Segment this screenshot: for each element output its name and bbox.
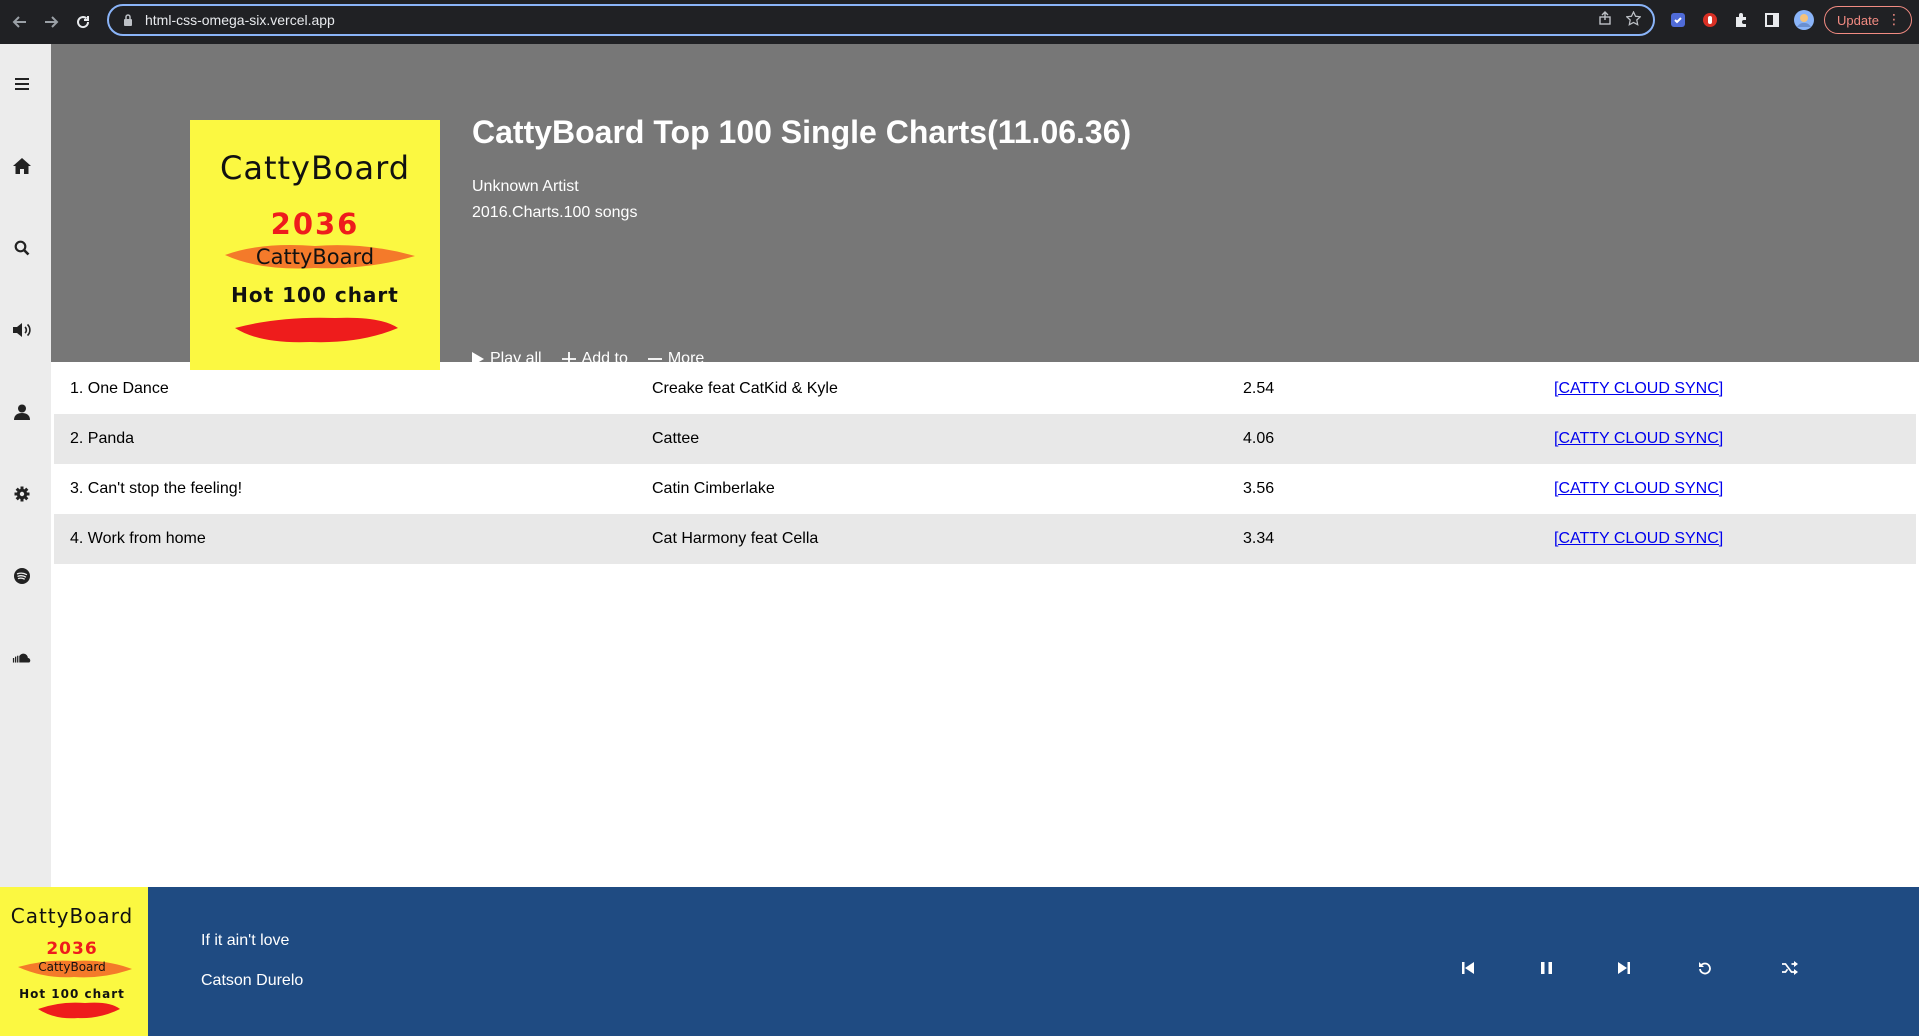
player-cover-red-brush <box>38 1002 120 1019</box>
search-icon[interactable] <box>12 238 32 258</box>
update-button-label: Update <box>1837 12 1879 28</box>
side-panel-icon[interactable] <box>1762 10 1782 30</box>
shuffle-icon[interactable] <box>1781 959 1799 977</box>
track-artist: Creake feat CatKid & Kyle <box>652 380 838 397</box>
album-meta: 2016.Charts.100 songs <box>472 204 638 221</box>
table-row[interactable]: 4. Work from home Cat Harmony feat Cella… <box>54 514 1916 564</box>
cloud-sync-link[interactable]: [CATTY CLOUD SYNC] <box>1554 480 1723 498</box>
table-row[interactable]: 1. One Dance Creake feat CatKid & Kyle 2… <box>54 364 1916 414</box>
forward-icon[interactable] <box>40 11 62 33</box>
url-text: html-css-omega-six.vercel.app <box>145 12 335 28</box>
page-title: CattyBoard Top 100 Single Charts(11.06.3… <box>472 114 1132 150</box>
soundcloud-icon[interactable] <box>12 648 32 668</box>
extension-red-icon[interactable] <box>1700 10 1720 30</box>
cover-brand: CattyBoard <box>220 149 410 187</box>
album-header: CattyBoard 2036 CattyBoard Hot 100 chart… <box>51 44 1919 370</box>
pause-icon[interactable] <box>1537 959 1555 977</box>
profile-avatar-icon[interactable] <box>1794 10 1814 30</box>
table-row[interactable]: 2. Panda Cattee 4.06 [CATTY CLOUD SYNC] <box>54 414 1916 464</box>
previous-icon[interactable] <box>1459 959 1477 977</box>
track-duration: 3.56 <box>1243 480 1275 497</box>
now-playing-artist: Catson Durelo <box>201 972 304 989</box>
player-cover-brand: CattyBoard <box>11 904 134 928</box>
repeat-icon[interactable] <box>1696 959 1714 977</box>
cloud-sync-link[interactable]: [CATTY CLOUD SYNC] <box>1554 380 1723 398</box>
table-row[interactable]: 3. Can't stop the feeling! Catin Cimberl… <box>54 464 1916 514</box>
track-artist: Cattee <box>652 430 700 447</box>
track-duration: 2.54 <box>1243 380 1275 397</box>
track-duration: 4.06 <box>1243 430 1275 447</box>
track-name: 3. Can't stop the feeling! <box>70 480 243 497</box>
cloud-sync-link[interactable]: [CATTY CLOUD SYNC] <box>1554 530 1723 548</box>
player-bar: CattyBoard 2036 CattyBoard Hot 100 chart… <box>0 887 1919 1036</box>
player-cover-chart-name: Hot 100 chart <box>19 987 125 1001</box>
track-name: 4. Work from home <box>70 530 206 547</box>
player-cover-sub-brand: CattyBoard <box>38 960 106 974</box>
cover-red-brush <box>235 317 398 343</box>
gear-icon[interactable] <box>12 484 32 504</box>
cover-sub-brand: CattyBoard <box>256 245 374 269</box>
cloud-sync-link[interactable]: [CATTY CLOUD SYNC] <box>1554 430 1723 448</box>
lock-icon <box>121 13 135 27</box>
cover-year: 2036 <box>271 207 360 241</box>
player-cover-year: 2036 <box>46 939 97 959</box>
reload-icon[interactable] <box>72 11 94 33</box>
update-button[interactable]: Update ⋮ <box>1824 6 1912 34</box>
track-artist: Catin Cimberlake <box>652 480 775 497</box>
next-icon[interactable] <box>1615 959 1633 977</box>
back-icon[interactable] <box>9 11 31 33</box>
track-duration: 3.34 <box>1243 530 1275 547</box>
now-playing-title: If it ain't love <box>201 932 290 949</box>
bookmark-star-icon[interactable] <box>1625 10 1642 29</box>
sidebar <box>0 44 51 887</box>
track-name: 1. One Dance <box>70 380 169 397</box>
player-cover: CattyBoard 2036 CattyBoard Hot 100 chart <box>0 887 148 1036</box>
extension-shield-icon[interactable] <box>1668 10 1688 30</box>
cover-chart-name: Hot 100 chart <box>231 283 399 307</box>
user-icon[interactable] <box>12 402 32 422</box>
home-icon[interactable] <box>12 156 32 176</box>
track-artist: Cat Harmony feat Cella <box>652 530 819 547</box>
volume-icon[interactable] <box>12 320 32 340</box>
browser-chrome: html-css-omega-six.vercel.app Update ⋮ <box>0 0 1919 44</box>
track-list: 1. One Dance Creake feat CatKid & Kyle 2… <box>54 364 1916 564</box>
album-cover: CattyBoard 2036 CattyBoard Hot 100 chart <box>190 120 440 370</box>
extensions-puzzle-icon[interactable] <box>1731 10 1751 30</box>
menu-icon[interactable] <box>12 74 32 94</box>
share-icon[interactable] <box>1598 11 1612 29</box>
album-artist: Unknown Artist <box>472 178 579 195</box>
more-vert-icon[interactable]: ⋮ <box>1887 11 1901 28</box>
track-name: 2. Panda <box>70 430 135 447</box>
address-bar[interactable]: html-css-omega-six.vercel.app <box>107 4 1655 36</box>
spotify-icon[interactable] <box>12 566 32 586</box>
